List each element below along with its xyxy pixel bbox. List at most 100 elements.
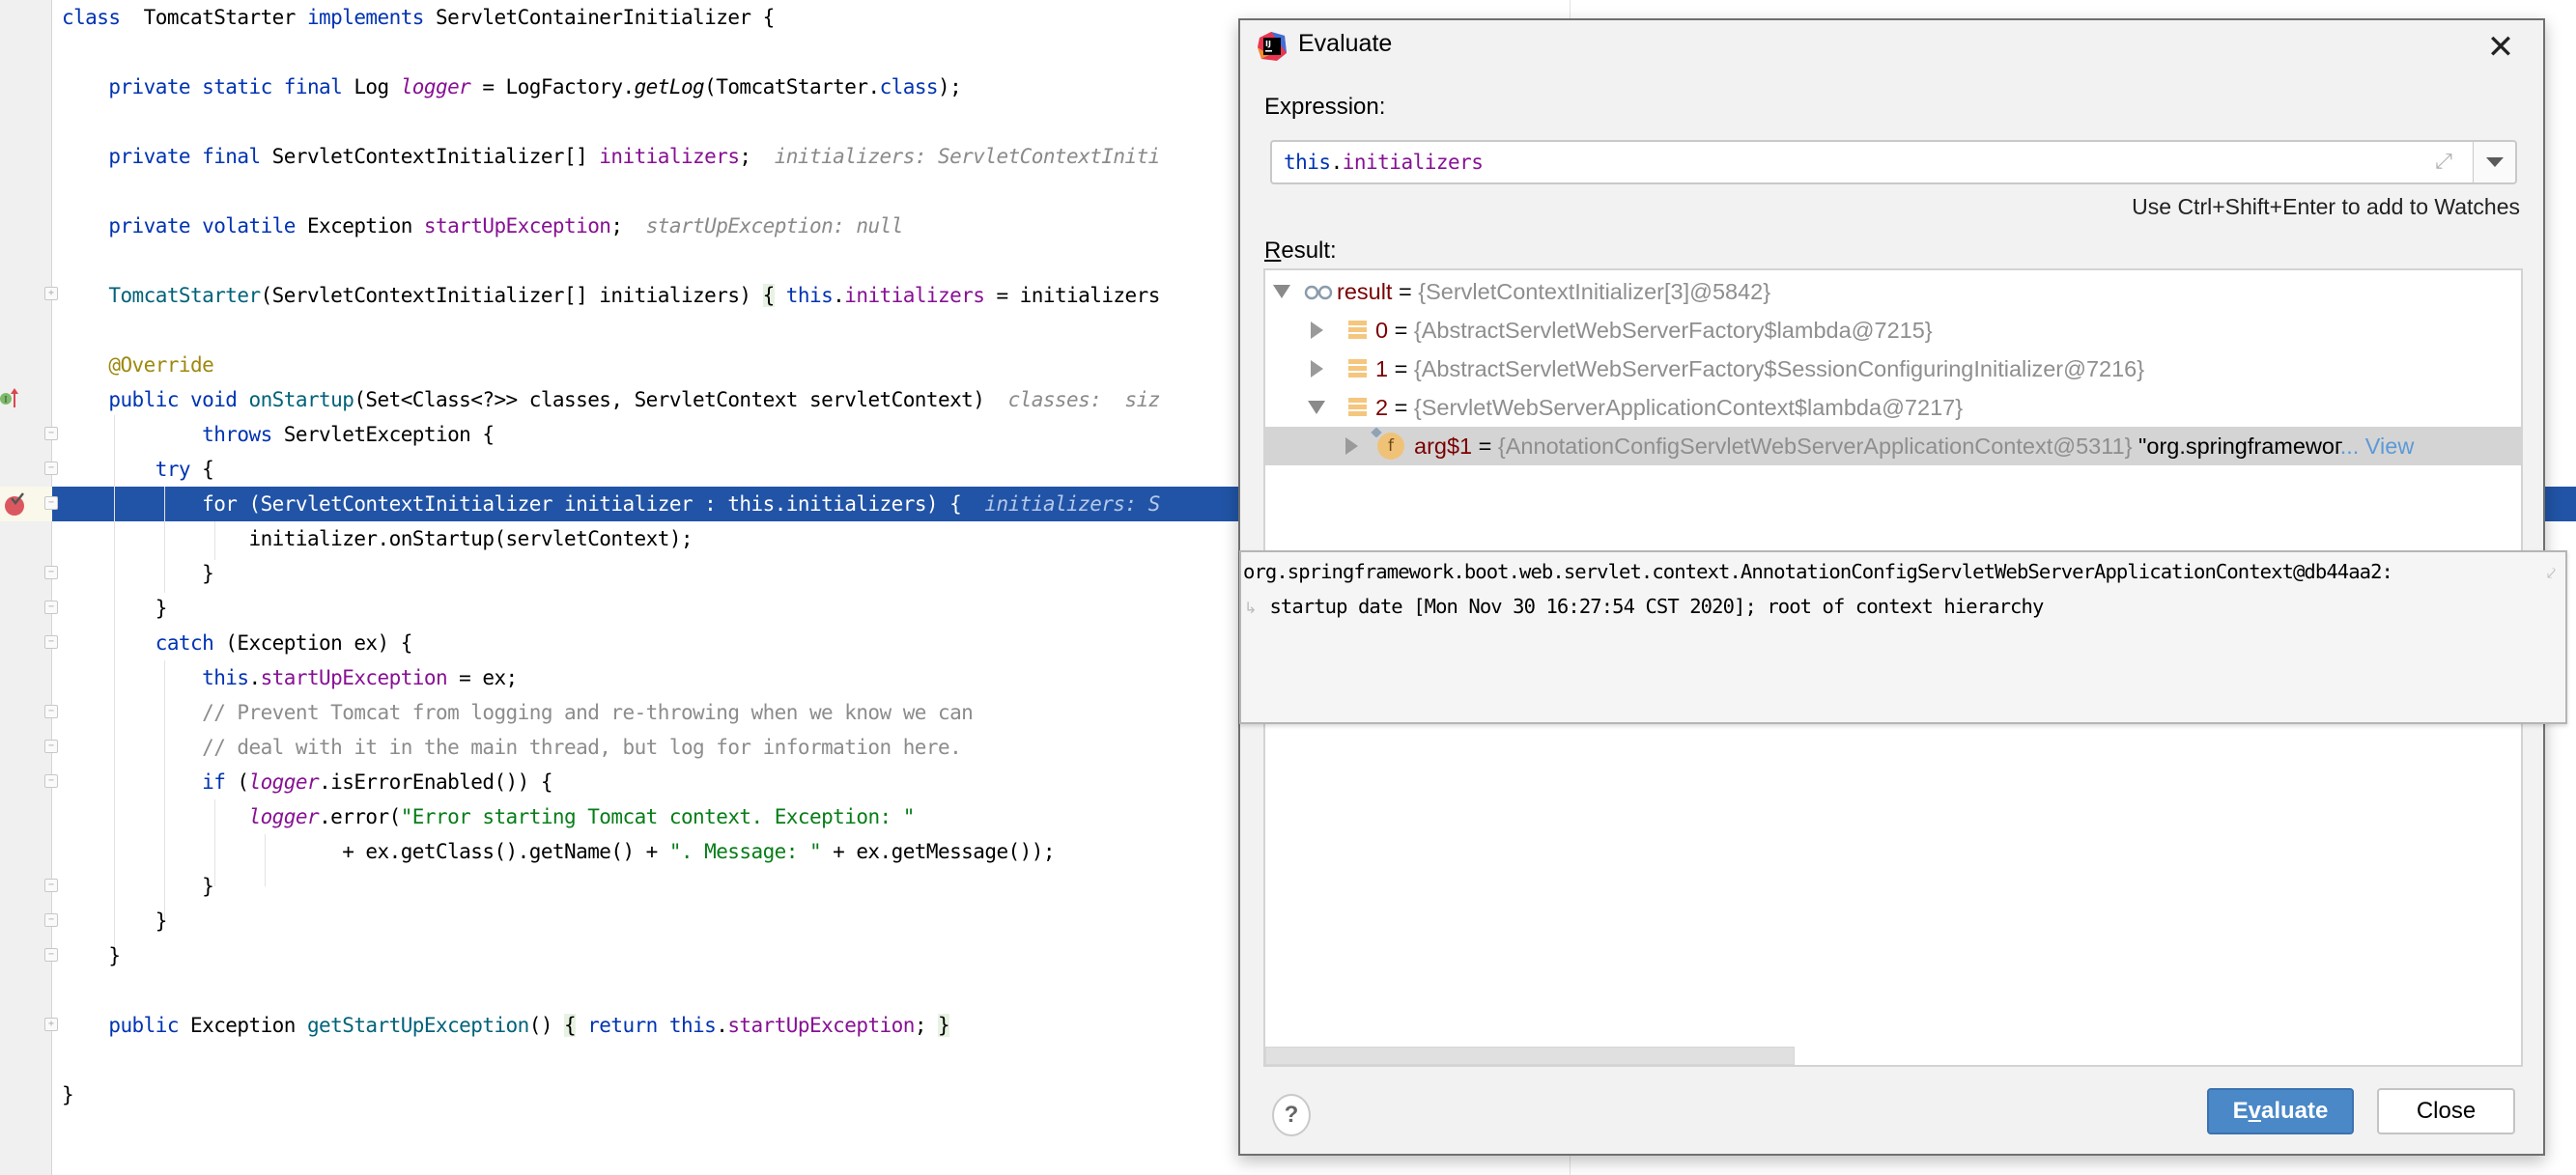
code-token: . [833,284,845,307]
fold-expand-icon[interactable]: + [44,287,58,300]
code-line[interactable]: private volatile Exception startUpExcept… [62,209,903,243]
code-line[interactable]: initializer.onStartup(servletContext); [62,521,693,556]
code-line[interactable]: class TomcatStarter implements ServletCo… [62,0,775,35]
expand-arrow-icon[interactable] [1311,322,1323,339]
code-line[interactable]: throws ServletException { [62,417,495,452]
code-line[interactable]: } [62,869,214,904]
code-token: () [528,1014,565,1037]
node-equals: = [1392,279,1419,304]
array-element-icon [1348,398,1367,417]
soft-wrap-icon: ⤦ [2547,564,2557,582]
expression-field: initializers [1342,151,1484,174]
close-icon[interactable]: ✕ [2483,30,2518,65]
fold-collapse-icon[interactable]: − [44,462,58,475]
expression-dot: . [1330,151,1344,174]
expression-history-dropdown[interactable] [2473,142,2515,182]
code-line[interactable]: // Prevent Tomcat from logging and re-th… [62,695,974,730]
breakpoint-icon[interactable] [2,490,29,518]
code-token: implements [306,6,424,29]
view-more-link[interactable]: ... View [2340,434,2415,459]
code-line[interactable]: } [62,938,121,973]
code-token: .isErrorEnabled()) { [319,770,552,794]
code-token: "Error starting Tomcat context. Exceptio… [400,805,916,828]
code-token: + ex.getClass().getName() + [62,840,669,863]
code-line[interactable]: logger.error("Error starting Tomcat cont… [62,799,916,834]
expand-arrow-icon[interactable] [1311,360,1323,378]
code-token: ( [225,770,249,794]
node-equals: = [1388,356,1414,381]
fold-collapse-icon[interactable]: − [44,566,58,579]
code-token: ServletContextInitializer[] [260,145,600,168]
code-line[interactable]: try { [62,452,214,487]
dialog-title: Evaluate [1298,30,1393,57]
code-line[interactable]: } [62,904,168,938]
code-line[interactable]: @Override [62,348,213,382]
code-line[interactable]: + ex.getClass().getName() + ". Message: … [62,834,1055,869]
evaluate-button-prefix: E [2232,1098,2249,1124]
tree-node[interactable]: f arg$1 = {AnnotationConfigServletWebServ… [1265,427,2521,465]
code-token: } [62,944,121,967]
fold-collapse-icon[interactable]: − [44,601,58,614]
code-token: ServletException { [271,423,495,446]
code-token: . [716,1014,728,1037]
expression-input[interactable]: this.initializers ⤢ [1270,140,2517,184]
code-line-current[interactable]: for (ServletContextInitializer initializ… [62,487,1160,521]
fold-collapse-icon[interactable]: − [44,740,58,753]
expression-value[interactable]: this.initializers [1284,142,1484,182]
fold-collapse-icon[interactable]: − [44,879,58,892]
code-line[interactable]: // deal with it in the main thread, but … [62,730,962,765]
code-line[interactable]: private final ServletContextInitializer[… [62,139,1160,174]
code-line[interactable]: if (logger.isErrorEnabled()) { [62,765,552,799]
evaluate-button[interactable]: Evaluate [2207,1088,2354,1134]
fold-collapse-icon[interactable]: − [44,913,58,927]
code-line[interactable]: public Exception getStartUpException() {… [62,1008,950,1043]
code-line[interactable]: this.startUpException = ex; [62,660,518,695]
tree-node[interactable]: result = {ServletContextInitializer[3]@5… [1265,272,2521,311]
code-line[interactable]: public void onStartup(Set<Class<?>> clas… [62,382,1160,417]
collapse-arrow-icon[interactable] [1308,401,1325,414]
code-line[interactable]: private static final Log logger = LogFac… [62,70,961,104]
code-token: // deal with it in the main thread, but … [202,736,962,759]
fold-collapse-icon[interactable]: − [44,496,58,510]
code-token: public [108,1014,179,1037]
fold-expand-icon[interactable]: + [44,1018,58,1031]
code-line[interactable]: catch (Exception ex) { [62,626,413,660]
code-token: TomcatStarter [120,6,307,29]
horizontal-scrollbar-thumb[interactable] [1265,1047,1795,1065]
node-type: {ServletContextInitializer[3]@5842} [1418,279,1771,304]
code-token: class [62,6,121,29]
expand-arrow-icon[interactable] [1345,437,1358,455]
tree-node[interactable]: 0 = {AbstractServletWebServerFactory$lam… [1265,311,2521,350]
node-type: {AnnotationConfigServletWebServerApplica… [1497,434,2133,459]
fold-collapse-icon[interactable]: − [44,948,58,962]
fold-collapse-icon[interactable]: − [44,705,58,718]
close-button[interactable]: Close [2377,1088,2515,1134]
code-line[interactable]: } [62,1077,74,1112]
horizontal-scrollbar[interactable] [1265,1046,2521,1065]
code-token: ); [938,75,962,98]
tree-node[interactable]: 1 = {AbstractServletWebServerFactory$Ses… [1265,350,2521,388]
code-token: public void [108,388,238,411]
tree-node[interactable]: 2 = {ServletWebServerApplicationContext$… [1265,388,2521,427]
collapse-arrow-icon[interactable] [1273,285,1290,298]
code-token: .initializers) { [774,492,985,516]
fold-collapse-icon[interactable]: − [44,427,58,440]
code-token: = LogFactory. [470,75,635,98]
editor-gutter[interactable] [0,0,52,1175]
tree-node-label: arg$1 = {AnnotationConfigServletWebServe… [1414,427,2414,465]
implements-method-icon[interactable]: I [0,386,21,411]
help-button[interactable]: ? [1272,1094,1311,1136]
expand-editor-icon[interactable]: ⤢ [2432,151,2455,174]
code-line[interactable]: } [62,591,168,626]
node-type: {AbstractServletWebServerFactory$lambda@… [1413,318,1933,343]
code-line[interactable]: } [62,556,214,591]
fold-collapse-icon[interactable]: − [44,774,58,788]
array-element-icon [1348,321,1367,340]
fold-collapse-icon[interactable]: − [44,635,58,649]
code-line[interactable]: TomcatStarter(ServletContextInitializer[… [62,278,1160,313]
